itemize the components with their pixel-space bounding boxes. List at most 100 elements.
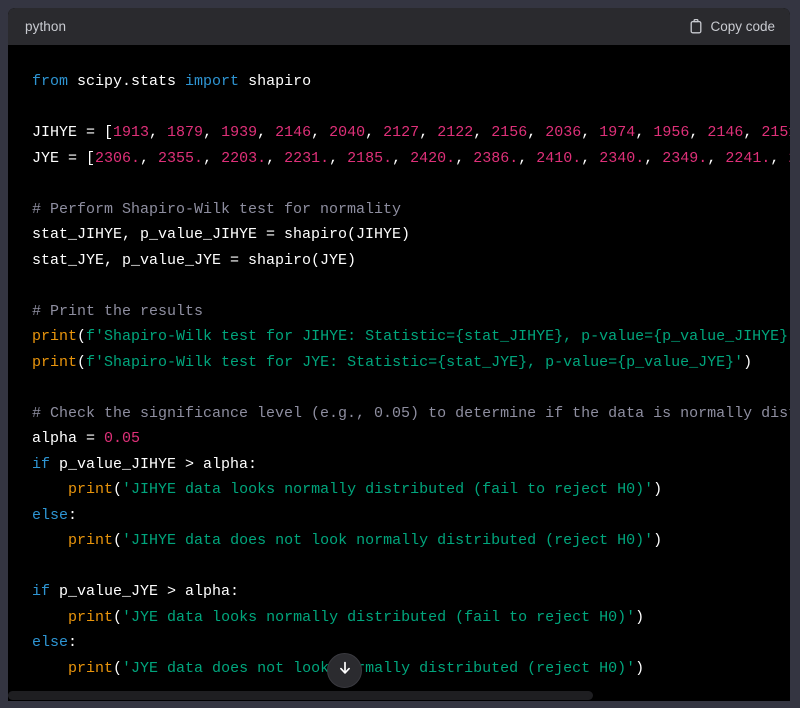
code-token: # Check the significance level (e.g., 0.… <box>32 404 790 422</box>
code-token: f'Shapiro-Wilk test for JYE: Statistic={… <box>86 353 744 371</box>
code-token: 1879 <box>167 124 204 141</box>
code-token: , <box>203 149 222 167</box>
code-text[interactable]: from scipy.stats import shapiro JIHYE = … <box>8 45 790 681</box>
code-line: print(f'Shapiro-Wilk test for JYE: Stati… <box>32 354 752 371</box>
code-token: ) <box>653 481 663 498</box>
code-token: 2127 <box>383 124 420 141</box>
code-token: 2349. <box>662 149 708 167</box>
code-token: else <box>32 634 69 651</box>
code-token: , <box>689 124 708 141</box>
code-token: 1956 <box>653 124 690 141</box>
code-line: # Print the results <box>32 303 203 320</box>
horizontal-scrollbar-thumb[interactable] <box>8 691 593 700</box>
language-label: python <box>25 19 67 34</box>
code-token: 2185. <box>347 149 393 167</box>
code-token: scipy.stats <box>68 73 186 90</box>
code-token: 2040 <box>329 124 366 141</box>
code-token: 1939 <box>221 124 258 141</box>
code-line: stat_JYE, p_value_JYE = shapiro(JYE) <box>32 252 356 269</box>
code-token: , <box>365 124 384 141</box>
code-token: , <box>473 124 492 141</box>
code-token: ( <box>77 328 87 345</box>
code-token: , <box>203 124 222 141</box>
code-token: print <box>68 481 114 498</box>
code-token: if <box>32 583 51 600</box>
code-token: ) <box>743 353 753 371</box>
code-line: if p_value_JYE > alpha: <box>32 583 239 600</box>
code-token: , <box>257 124 276 141</box>
code-token: else <box>32 506 69 524</box>
code-line: else: <box>32 507 77 524</box>
code-token: , <box>707 149 726 167</box>
code-token: 2306. <box>95 149 141 167</box>
code-token: # Print the results <box>32 302 204 320</box>
code-token: 2 <box>788 150 790 167</box>
code-line: alpha = 0.05 <box>32 430 140 447</box>
copy-code-label: Copy code <box>710 19 775 34</box>
code-token: shapiro <box>239 73 312 90</box>
code-token: 2203. <box>221 149 267 167</box>
code-token: 'JIHYE data does not look normally distr… <box>122 532 654 549</box>
code-token: alpha = <box>32 430 105 447</box>
code-token: print <box>32 328 78 345</box>
code-token: ( <box>113 481 123 498</box>
code-block-header: python Copy code <box>8 8 790 45</box>
code-line: print('JIHYE data does not look normally… <box>32 532 662 549</box>
scroll-to-bottom-button[interactable] <box>327 653 362 688</box>
code-token: 2151 <box>761 124 790 141</box>
code-token: ) <box>635 659 645 677</box>
code-token: from <box>32 73 69 90</box>
code-token: 1974 <box>599 124 636 141</box>
code-token: , <box>581 124 600 141</box>
code-token: ) <box>635 608 645 626</box>
code-token: JIHYE = [ <box>32 124 114 141</box>
code-line: JYE = [2306., 2355., 2203., 2231., 2185.… <box>32 150 790 167</box>
arrow-down-icon <box>337 660 353 681</box>
code-token: f'Shapiro-Wilk test for JIHYE: Statistic… <box>86 328 790 345</box>
code-token: p_value_JIHYE > alpha: <box>50 455 258 473</box>
code-token: : <box>68 634 78 651</box>
code-token: ( <box>113 659 123 677</box>
code-token: 'JIHYE data looks normally distributed (… <box>122 481 654 498</box>
code-token: ) <box>653 532 663 549</box>
code-token: p_value_JYE > alpha: <box>50 583 240 600</box>
code-token: stat_JYE, p_value_JYE = shapiro(JYE) <box>32 251 357 269</box>
code-line: print('JIHYE data looks normally distrib… <box>32 481 662 498</box>
code-token: , <box>392 149 411 167</box>
code-token: , <box>743 124 762 141</box>
code-token: stat_JIHYE, p_value_JIHYE = shapiro(JIHY… <box>32 226 411 243</box>
code-token: : <box>68 506 78 524</box>
code-token: 2231. <box>284 149 330 167</box>
clipboard-icon <box>689 19 703 34</box>
code-token: 2340. <box>599 149 645 167</box>
code-token: , <box>329 149 348 167</box>
code-token: 2241. <box>725 149 771 167</box>
code-token: , <box>455 149 474 167</box>
code-token: print <box>68 608 114 626</box>
code-token: 2122 <box>437 124 474 141</box>
code-token: 'JYE data looks normally distributed (fa… <box>122 608 636 626</box>
code-token: # Perform Shapiro-Wilk test for normalit… <box>32 200 402 218</box>
code-token: print <box>32 353 78 371</box>
code-token: , <box>581 149 600 167</box>
copy-code-button[interactable]: Copy code <box>687 17 777 36</box>
code-token: , <box>635 124 654 141</box>
page-root: python Copy code from scipy.stats import… <box>0 0 800 708</box>
code-token: , <box>770 149 789 167</box>
code-token: 2156 <box>491 124 528 141</box>
code-token: , <box>518 149 537 167</box>
code-token: 2036 <box>545 124 582 141</box>
code-token: 2410. <box>536 149 582 167</box>
code-token: , <box>140 149 159 167</box>
code-token: 1913 <box>113 124 150 141</box>
code-token: 2146 <box>707 124 744 141</box>
code-line: JIHYE = [1913, 1879, 1939, 2146, 2040, 2… <box>32 124 790 141</box>
code-token: , <box>266 149 285 167</box>
code-token: ( <box>113 608 123 626</box>
code-token: 2386. <box>473 149 519 167</box>
code-line: # Check the significance level (e.g., 0.… <box>32 405 790 422</box>
code-block: python Copy code from scipy.stats import… <box>8 8 790 700</box>
